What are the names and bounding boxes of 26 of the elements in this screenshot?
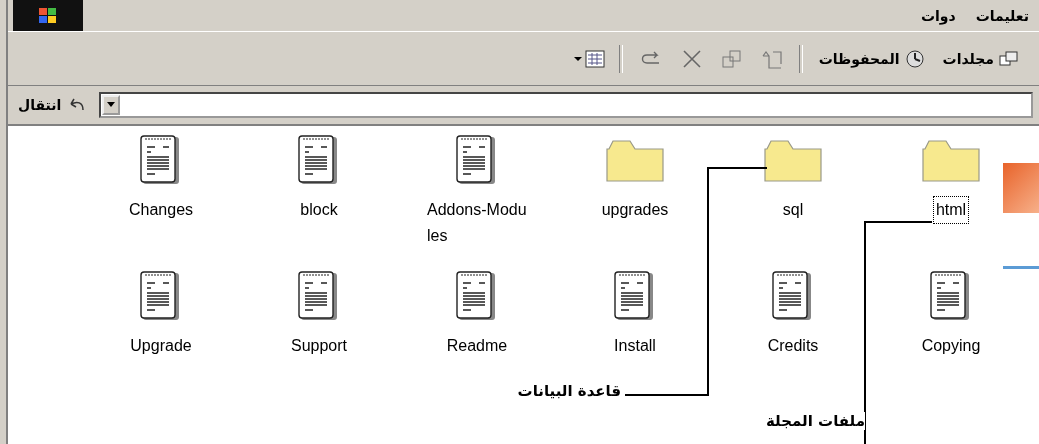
file-name-label[interactable]: block bbox=[297, 196, 341, 224]
annotation-label: ملفات المجلة bbox=[766, 412, 865, 430]
history-button[interactable]: المحفوظات bbox=[812, 46, 931, 71]
go-button[interactable]: انتقال bbox=[14, 94, 92, 116]
banner-fragment bbox=[1003, 163, 1039, 213]
file-name-label[interactable]: Copying bbox=[918, 332, 984, 360]
caret-icon bbox=[573, 55, 582, 62]
folders-icon bbox=[999, 49, 1019, 68]
file-name-label[interactable]: Credits bbox=[764, 332, 822, 360]
file-name-label[interactable]: Changes bbox=[126, 196, 197, 224]
address-field[interactable] bbox=[99, 92, 1033, 118]
menu-item[interactable]: دوات bbox=[910, 7, 966, 24]
folders-button[interactable]: مجلدات bbox=[936, 47, 1025, 70]
file-name-label[interactable]: upgrades bbox=[598, 196, 672, 224]
file-name-label[interactable]: Upgrade bbox=[127, 332, 195, 360]
file-name-label[interactable]: Install bbox=[611, 332, 659, 360]
annotation-label: قاعدة البيانات bbox=[517, 382, 621, 400]
menu-item[interactable]: تعليمات bbox=[965, 7, 1039, 24]
file-name-label[interactable]: sql bbox=[779, 196, 807, 224]
file-name-label[interactable]: Support bbox=[288, 332, 351, 360]
file-name-label[interactable]: Readme bbox=[443, 332, 511, 360]
clock-icon bbox=[904, 48, 925, 69]
file-name-label[interactable]: Addons-Modules bbox=[424, 196, 530, 250]
file-name-label[interactable]: html bbox=[932, 196, 970, 224]
grid-view-icon bbox=[584, 49, 605, 68]
windows-logo-icon bbox=[13, 0, 83, 31]
